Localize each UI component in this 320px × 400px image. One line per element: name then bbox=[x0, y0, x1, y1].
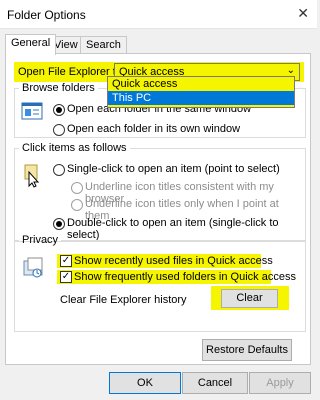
option-this-pc[interactable]: This PC bbox=[108, 91, 294, 105]
tab-general[interactable]: General bbox=[5, 34, 57, 55]
recent-files-label: Show recently used files in Quick access bbox=[74, 255, 273, 267]
chevron-down-icon: ⌄ bbox=[286, 65, 295, 76]
privacy-title: Privacy bbox=[22, 234, 59, 246]
click-items-group: Click items as follows Single-click to o… bbox=[14, 142, 306, 242]
folder-windows-icon bbox=[21, 102, 43, 120]
title-bar: Folder Options ✕ bbox=[0, 0, 317, 29]
clear-history-label: Clear File Explorer history bbox=[60, 294, 187, 306]
radio-double-click[interactable] bbox=[53, 218, 65, 230]
frequent-folders-checkbox[interactable]: ✓ bbox=[60, 271, 72, 283]
ok-button[interactable]: OK bbox=[109, 372, 181, 394]
radio-own-window[interactable] bbox=[53, 124, 65, 136]
radio-underline-browser[interactable] bbox=[71, 182, 83, 194]
frequent-folders-label: Show frequently used folders in Quick ac… bbox=[74, 271, 296, 283]
privacy-folder-icon bbox=[23, 256, 45, 280]
pointer-click-icon bbox=[23, 164, 41, 188]
apply-button[interactable]: Apply bbox=[249, 372, 311, 394]
privacy-group: Privacy ✓ Show recently used files in Qu… bbox=[14, 234, 306, 332]
radio-single-click[interactable] bbox=[53, 164, 65, 176]
own-window-label: Open each folder in its own window bbox=[67, 123, 241, 135]
recent-files-checkbox[interactable]: ✓ bbox=[60, 255, 72, 267]
click-items-title: Click items as follows bbox=[22, 142, 127, 154]
browse-folders-title: Browse folders bbox=[22, 82, 95, 94]
single-click-label: Single-click to open an item (point to s… bbox=[67, 163, 280, 175]
cancel-button[interactable]: Cancel bbox=[182, 372, 248, 394]
close-icon[interactable]: ✕ bbox=[297, 5, 309, 22]
clear-button[interactable]: Clear bbox=[221, 289, 278, 308]
radio-same-window[interactable] bbox=[53, 104, 65, 116]
radio-underline-point[interactable] bbox=[71, 199, 83, 211]
restore-defaults-button[interactable]: Restore Defaults bbox=[202, 339, 292, 361]
option-quick-access[interactable]: Quick access bbox=[108, 77, 294, 91]
open-explorer-dropdown: Quick access This PC bbox=[107, 76, 295, 108]
window-title: Folder Options bbox=[7, 8, 86, 22]
